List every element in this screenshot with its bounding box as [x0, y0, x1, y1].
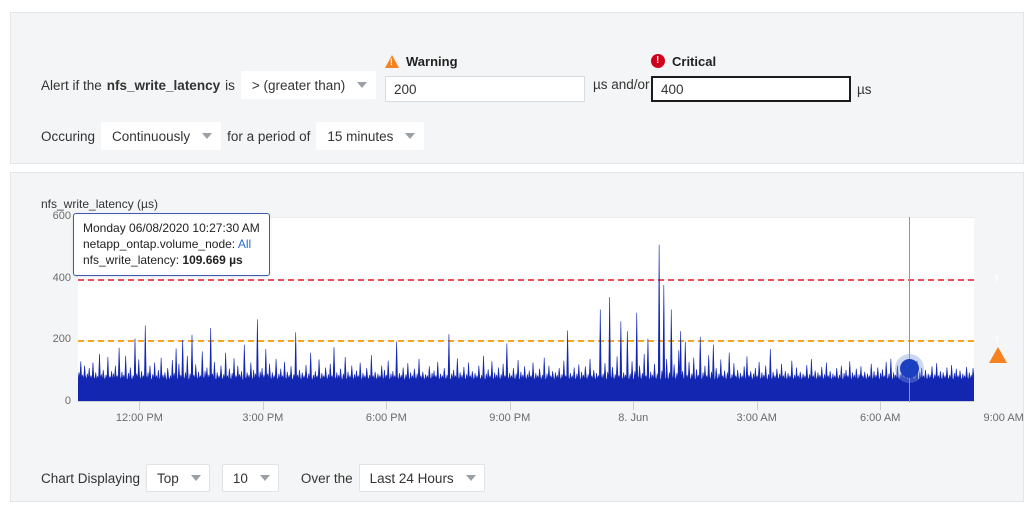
x-axis-tick — [756, 402, 758, 410]
x-axis-tick — [139, 402, 141, 410]
occuring-label: Occuring — [41, 128, 96, 144]
tooltip-timestamp: Monday 06/08/2020 10:27:30 AM — [83, 221, 260, 235]
warning-input-row — [385, 76, 585, 102]
warning-threshold-marker[interactable] — [989, 332, 1007, 364]
chevron-down-icon — [259, 475, 270, 481]
and-or-label: µs and/or — [593, 77, 650, 92]
y-axis-label: 400 — [52, 271, 71, 284]
warning-threshold-block: Warning — [385, 53, 585, 102]
count-dropdown-value: 10 — [232, 470, 248, 486]
tooltip-metric-label: nfs_write_latency: — [83, 253, 180, 267]
rank-dropdown[interactable]: Top — [146, 464, 210, 492]
occurrence-dropdown[interactable]: Continuously — [101, 122, 222, 150]
warning-header: Warning — [385, 53, 585, 69]
occurrence-dropdown-value: Continuously — [112, 128, 191, 144]
x-axis-tick — [262, 402, 264, 410]
time-range-dropdown-value: Last 24 Hours — [369, 470, 454, 486]
tooltip-metric-value: 109.669 µs — [182, 253, 243, 267]
critical-threshold-block: Critical µs — [651, 53, 872, 102]
critical-input-row: µs — [651, 76, 872, 102]
warning-label: Warning — [406, 53, 458, 69]
period-label: for a period of — [227, 128, 311, 144]
x-axis-label: 9:00 PM — [489, 412, 531, 424]
x-axis-tick — [386, 402, 388, 410]
critical-label: Critical — [672, 53, 717, 69]
critical-unit-label: µs — [857, 81, 872, 97]
x-axis-label: 8. Jun — [618, 412, 649, 424]
chevron-down-icon — [357, 82, 368, 88]
hover-point-marker[interactable] — [899, 358, 919, 378]
x-axis-label: 9:00 AM — [983, 412, 1024, 424]
x-axis-tick — [880, 402, 882, 410]
x-axis-label: 6:00 AM — [860, 412, 901, 424]
y-axis-label: 0 — [64, 395, 71, 407]
chevron-down-icon — [465, 475, 476, 481]
x-axis-label: 12:00 PM — [115, 412, 163, 424]
critical-circle-icon — [651, 54, 665, 68]
alert-condition-panel: Alert if the nfs_write_latency is > (gre… — [10, 12, 1024, 164]
critical-threshold-input[interactable] — [651, 76, 851, 102]
warning-triangle-icon — [385, 54, 399, 68]
chart-displaying-label: Chart Displaying — [41, 470, 141, 486]
warning-triangle-icon — [989, 332, 1007, 364]
x-axis-tick — [633, 402, 635, 410]
chevron-down-icon — [405, 133, 416, 139]
period-dropdown[interactable]: 15 minutes — [316, 122, 425, 150]
tooltip-dimension: netapp_ontap.volume_node: All — [83, 236, 260, 252]
alert-prefix-label: Alert if the — [41, 77, 102, 93]
alert-condition-row: Alert if the nfs_write_latency is > (gre… — [41, 71, 382, 99]
chart-controls-row: Chart Displaying Top 10 Over the Last 24… — [41, 464, 491, 492]
alert-is-label: is — [225, 77, 235, 93]
critical-header: Critical — [651, 53, 872, 69]
chevron-down-icon — [202, 133, 213, 139]
x-axis-label: 3:00 AM — [736, 412, 777, 424]
over-the-label: Over the — [300, 470, 353, 486]
tooltip-metric: nfs_write_latency: 109.669 µs — [83, 252, 260, 268]
alert-metric-name: nfs_write_latency — [106, 77, 221, 93]
operator-dropdown[interactable]: > (greater than) — [240, 71, 377, 99]
y-axis-label: 200 — [52, 333, 71, 346]
tooltip-dimension-label: netapp_ontap.volume_node: — [83, 237, 236, 251]
rank-dropdown-value: Top — [157, 470, 179, 486]
x-axis-label: 6:00 PM — [365, 412, 407, 424]
operator-dropdown-value: > (greater than) — [251, 77, 346, 93]
x-axis-label: 3:00 PM — [242, 412, 284, 424]
y-axis-label: 600 — [52, 210, 71, 222]
chart-title: nfs_write_latency (µs) — [41, 197, 158, 211]
count-dropdown[interactable]: 10 — [221, 464, 279, 492]
tooltip-dimension-value[interactable]: All — [238, 237, 251, 251]
chart-panel: nfs_write_latency (µs) 0 200 400 600 12:00 … — [10, 172, 1024, 502]
chart-tooltip: Monday 06/08/2020 10:27:30 AM netapp_ont… — [73, 213, 270, 276]
alert-occurrence-row: Occuring Continuously for a period of 15… — [41, 122, 430, 150]
chevron-down-icon — [190, 475, 201, 481]
period-dropdown-value: 15 minutes — [327, 128, 394, 144]
x-axis-tick — [509, 402, 511, 410]
warning-threshold-input[interactable] — [385, 76, 585, 102]
x-axis: 12:00 PM 3:00 PM 6:00 PM 9:00 PM 8. Jun 3:00 … — [78, 402, 1024, 426]
time-range-dropdown[interactable]: Last 24 Hours — [358, 464, 485, 492]
